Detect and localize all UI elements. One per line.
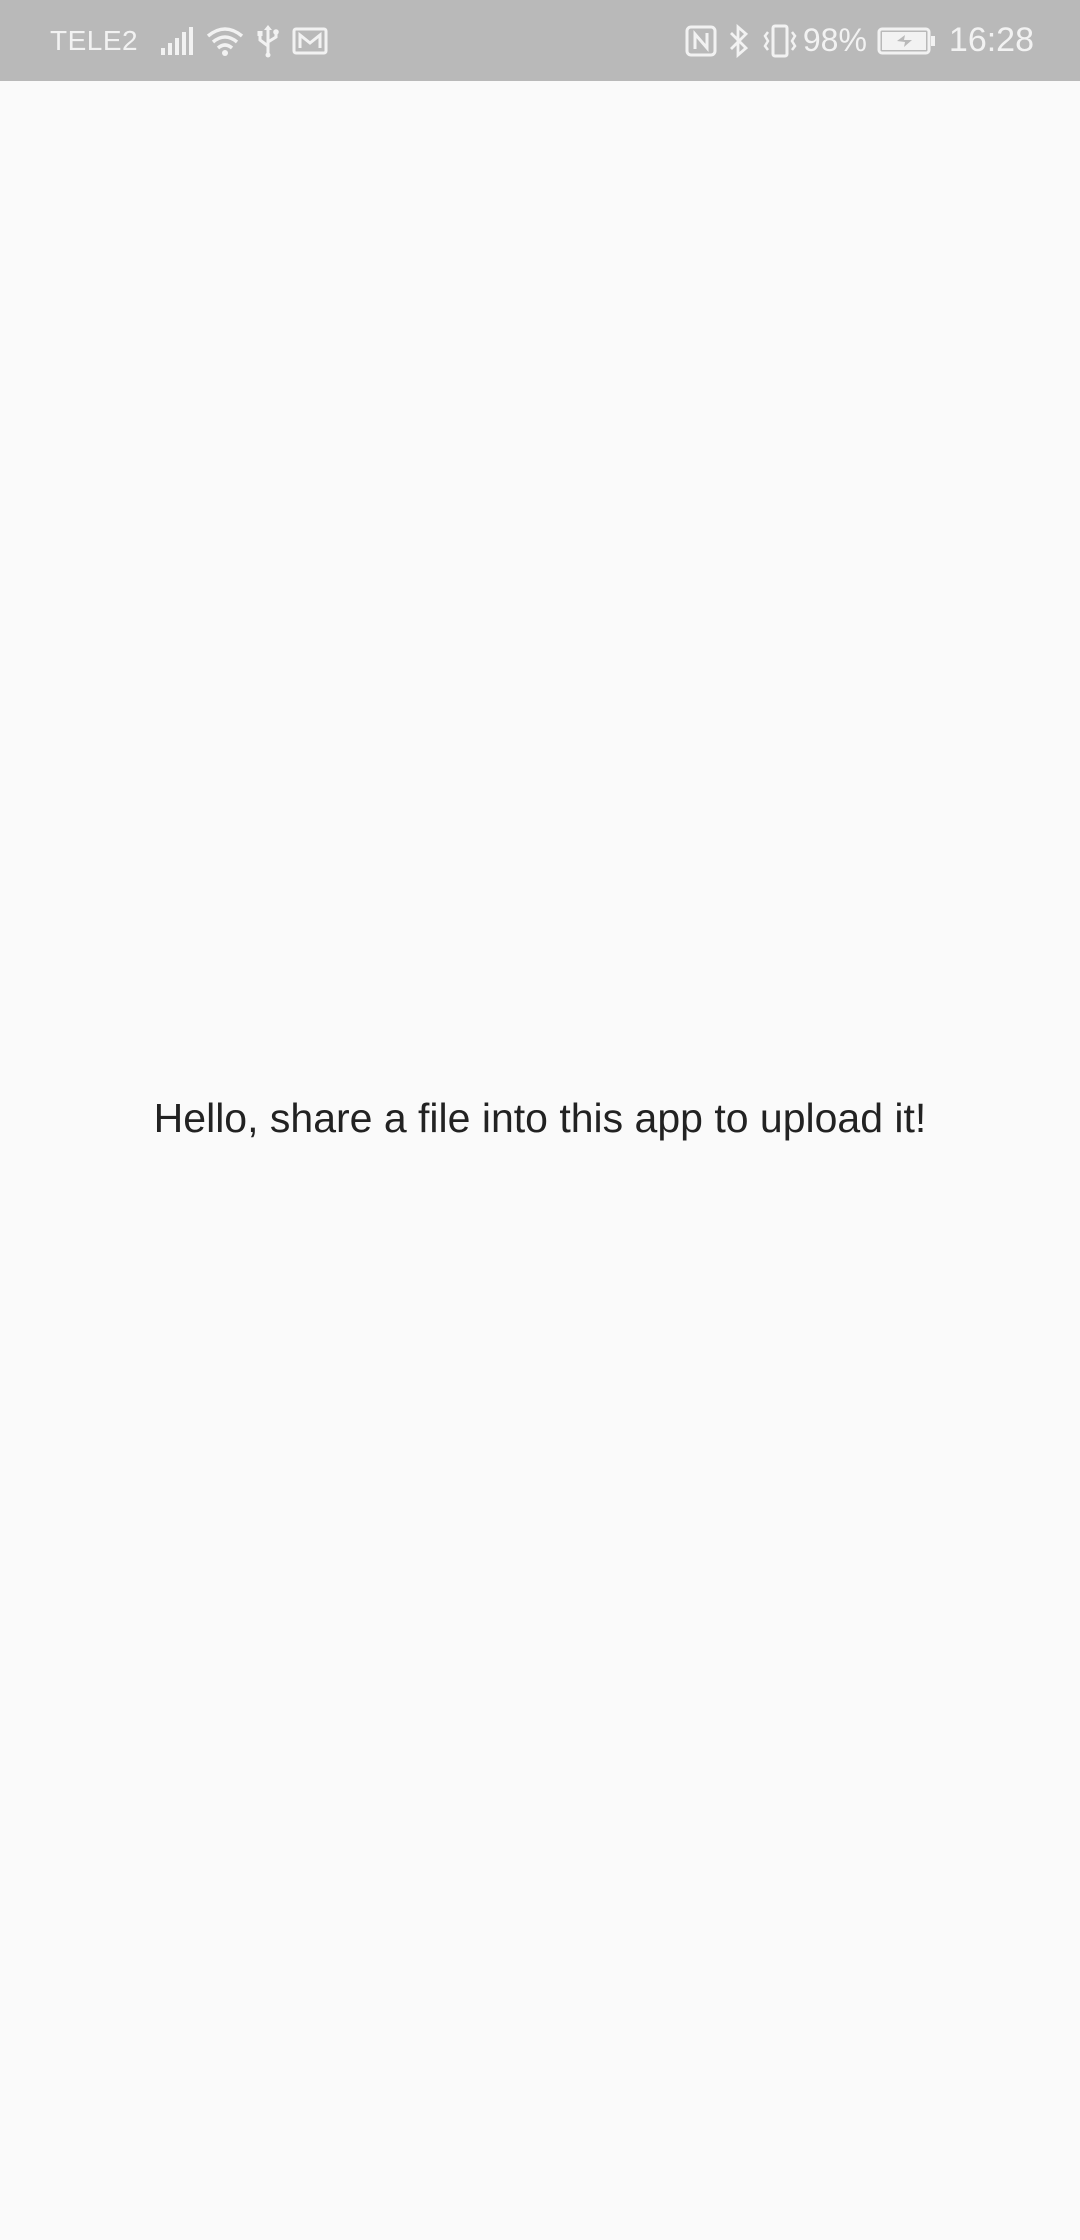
mail-icon xyxy=(292,26,328,56)
battery-charging-icon xyxy=(877,26,937,56)
wifi-icon xyxy=(206,25,244,57)
nfc-icon xyxy=(685,25,717,57)
bluetooth-icon xyxy=(727,23,751,58)
battery-percent: 98% xyxy=(802,22,867,58)
signal-icon xyxy=(160,26,194,56)
carrier-name: TELE2 xyxy=(50,24,139,56)
status-bar-left: TELE2 xyxy=(50,24,340,58)
upload-instructions-text: Hello, share a file into this app to upl… xyxy=(153,1095,927,1141)
usb-icon xyxy=(256,24,280,58)
vibrate-icon xyxy=(761,24,799,58)
clock: 16:28 xyxy=(948,21,1034,59)
status-bar: TELE2 98% 16:28 xyxy=(0,0,1080,81)
status-bar-right: 98% 16:28 xyxy=(675,21,1034,60)
main-content: Hello, share a file into this app to upl… xyxy=(0,1095,1080,1142)
